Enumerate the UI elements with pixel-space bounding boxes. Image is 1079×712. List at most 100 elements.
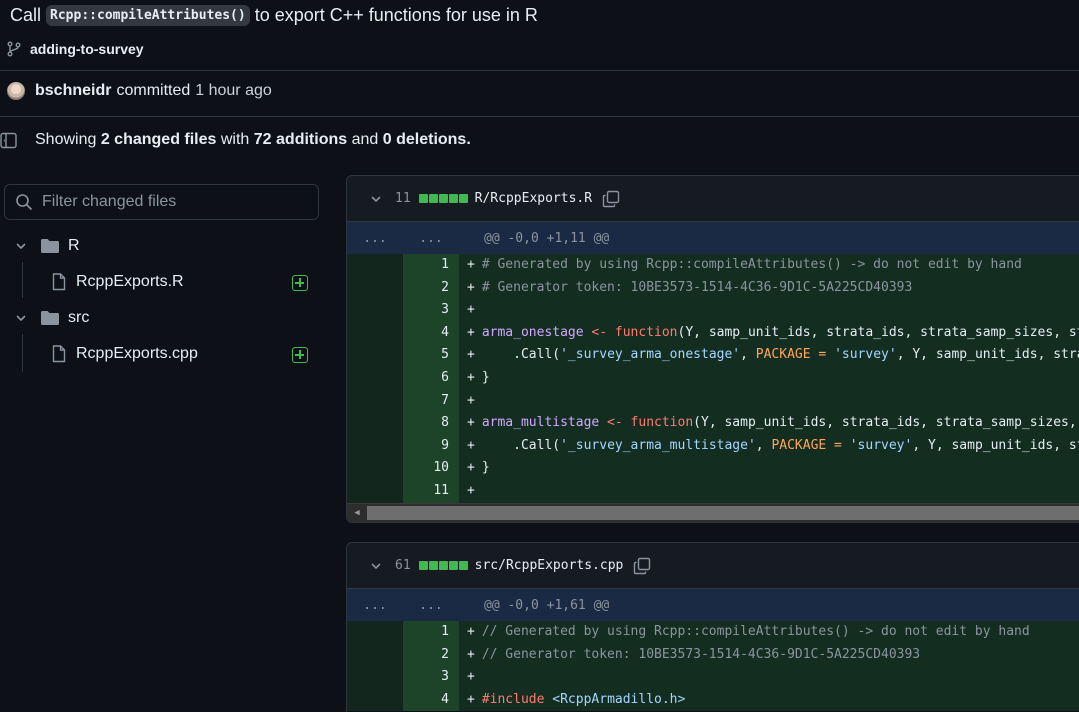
code-comma: , xyxy=(740,347,756,363)
plus-sign: + xyxy=(467,415,475,431)
diff-header: 61 src/RcppExports.cpp xyxy=(347,543,1079,589)
code-fn-name: arma_onestage xyxy=(481,324,584,340)
folder-label: src xyxy=(68,309,90,326)
code-package: PACKAGE = xyxy=(771,437,850,453)
code-args: , Y, samp_unit_ids, strata_ids, strata_s… xyxy=(896,347,1079,363)
hunk-text: @@ -0,0 +1,61 @@ xyxy=(484,597,610,613)
code-string: '_survey_arma_multistage' xyxy=(560,437,756,453)
tree-folder-r[interactable]: R xyxy=(14,237,80,255)
tree-file-rcppexports-cpp[interactable]: RcppExports.cpp xyxy=(52,345,198,363)
diff-line: 9 + .Call('_survey_arma_multistage', PACK… xyxy=(347,434,1079,458)
chevron-down-icon[interactable] xyxy=(369,559,383,573)
summary-additions: 72 additions xyxy=(253,131,348,148)
diff-line: 2 + // Generator token: 10BE3573-1514-4C36… xyxy=(347,643,1079,667)
diff-filename[interactable]: R/RcppExports.R xyxy=(475,191,592,206)
scroll-left-icon[interactable]: ◀ xyxy=(347,508,367,518)
plus-sign: + xyxy=(467,302,475,318)
code-args: (Y, samp_unit_ids, strata_ids, strata_sa… xyxy=(677,324,1079,340)
copy-icon[interactable] xyxy=(633,557,651,575)
title-suffix: to export C++ functions for use in R xyxy=(254,5,538,25)
code-args: , Y, samp_unit_ids, strata_ids, strata_s… xyxy=(912,437,1079,453)
branch-name[interactable]: adding-to-survey xyxy=(30,41,144,57)
hunk-expand-left[interactable]: ... xyxy=(347,231,403,246)
code-assign: <- xyxy=(599,415,631,431)
filter-box xyxy=(4,184,319,220)
file-icon xyxy=(52,273,66,291)
hunk-header: ... ... @@ -0,0 +1,61 @@ xyxy=(347,589,1079,621)
file-label: RcppExports.R xyxy=(76,273,184,290)
file-added-icon xyxy=(292,275,308,291)
chevron-down-icon[interactable] xyxy=(369,192,383,206)
plus-sign: + xyxy=(467,669,475,685)
diffstat-bar xyxy=(418,194,468,203)
plus-sign: + xyxy=(467,279,475,295)
diff-line: 3 + xyxy=(347,299,1079,322)
diff-line: 11 + xyxy=(347,479,1079,503)
plus-sign: + xyxy=(467,460,475,476)
summary-deletions: 0 deletions xyxy=(382,131,467,148)
tree-file-rcppexports-r[interactable]: RcppExports.R xyxy=(52,273,184,291)
line-number[interactable]: 3 xyxy=(403,299,459,322)
diff-line: 1 + // Generated by using Rcpp::compileAtt… xyxy=(347,621,1079,644)
line-number[interactable]: 10 xyxy=(403,457,459,480)
summary-showing: Showing xyxy=(35,131,97,148)
chevron-down-icon[interactable] xyxy=(14,239,28,253)
commit-info: bschneidr committed 1 hour ago xyxy=(7,82,272,100)
code-package: PACKAGE = xyxy=(755,347,835,363)
commit-action: committed xyxy=(116,82,191,99)
commit-author[interactable]: bschneidr xyxy=(35,82,111,100)
code-string: 'survey' xyxy=(834,347,897,363)
line-number[interactable]: 1 xyxy=(403,621,459,644)
plus-sign: + xyxy=(467,437,475,453)
chevron-down-icon[interactable] xyxy=(14,311,28,325)
line-number[interactable]: 7 xyxy=(403,389,459,413)
code-assign: <- xyxy=(583,324,615,340)
code-call: .Call( xyxy=(481,347,561,363)
tree-folder-src[interactable]: src xyxy=(14,309,89,327)
plus-sign: + xyxy=(467,691,475,707)
diff-line-count: 11 xyxy=(395,191,411,206)
plus-sign: + xyxy=(467,257,475,272)
line-number[interactable]: 2 xyxy=(403,276,459,300)
line-number[interactable]: 1 xyxy=(403,254,459,277)
line-number[interactable]: 2 xyxy=(403,643,459,667)
git-branch-icon xyxy=(7,41,21,57)
line-number[interactable]: 4 xyxy=(403,688,459,712)
tree-guide xyxy=(22,262,23,298)
diff-summary: Showing 2 changed files with 72 addition… xyxy=(0,131,471,149)
avatar[interactable] xyxy=(7,82,25,100)
code-header: <RcppArmadillo.h> xyxy=(544,691,686,707)
line-number[interactable]: 9 xyxy=(403,434,459,458)
code-fn-name: arma_multistage xyxy=(481,415,600,431)
copy-icon[interactable] xyxy=(602,190,620,208)
scrollbar-thumb[interactable] xyxy=(367,506,1079,521)
line-number[interactable]: 4 xyxy=(403,321,459,345)
folder-icon xyxy=(41,311,59,325)
line-number[interactable]: 3 xyxy=(403,666,459,689)
code-call: .Call( xyxy=(481,437,561,453)
search-icon xyxy=(16,194,33,211)
hunk-expand-right[interactable]: ... xyxy=(403,231,459,246)
line-number[interactable]: 11 xyxy=(403,479,459,503)
horizontal-scrollbar[interactable]: ◀ xyxy=(347,502,1079,522)
line-number[interactable]: 6 xyxy=(403,366,459,390)
branch-link[interactable]: adding-to-survey xyxy=(6,41,144,57)
diff-line: 10 +} xyxy=(347,457,1079,480)
plus-sign: + xyxy=(467,624,475,639)
code-text: # Generator token: 10BE3573-1514-4C36-9D… xyxy=(481,279,913,295)
tree-guide xyxy=(22,334,23,372)
diff-line: 4 + arma_onestage <- function(Y, samp_unit… xyxy=(347,321,1079,345)
hunk-expand-left[interactable]: ... xyxy=(347,598,403,613)
diff-filename[interactable]: src/RcppExports.cpp xyxy=(475,558,624,573)
sidebar-toggle-icon[interactable] xyxy=(0,132,17,149)
code-text: # Generated by using Rcpp::compileAttrib… xyxy=(481,257,1022,272)
line-number[interactable]: 5 xyxy=(403,344,459,367)
summary-text: Showing 2 changed files with 72 addition… xyxy=(35,131,471,149)
line-number[interactable]: 8 xyxy=(403,412,459,435)
hunk-expand-right[interactable]: ... xyxy=(403,598,459,613)
diff-line: 4 + #include <RcppArmadillo.h> xyxy=(347,688,1079,712)
folder-icon xyxy=(41,239,59,253)
summary-period: . xyxy=(466,131,471,148)
filter-files-input[interactable] xyxy=(42,193,302,211)
diff-panel-cpp: 61 src/RcppExports.cpp ... ... @@ -0,0 +… xyxy=(346,542,1079,712)
